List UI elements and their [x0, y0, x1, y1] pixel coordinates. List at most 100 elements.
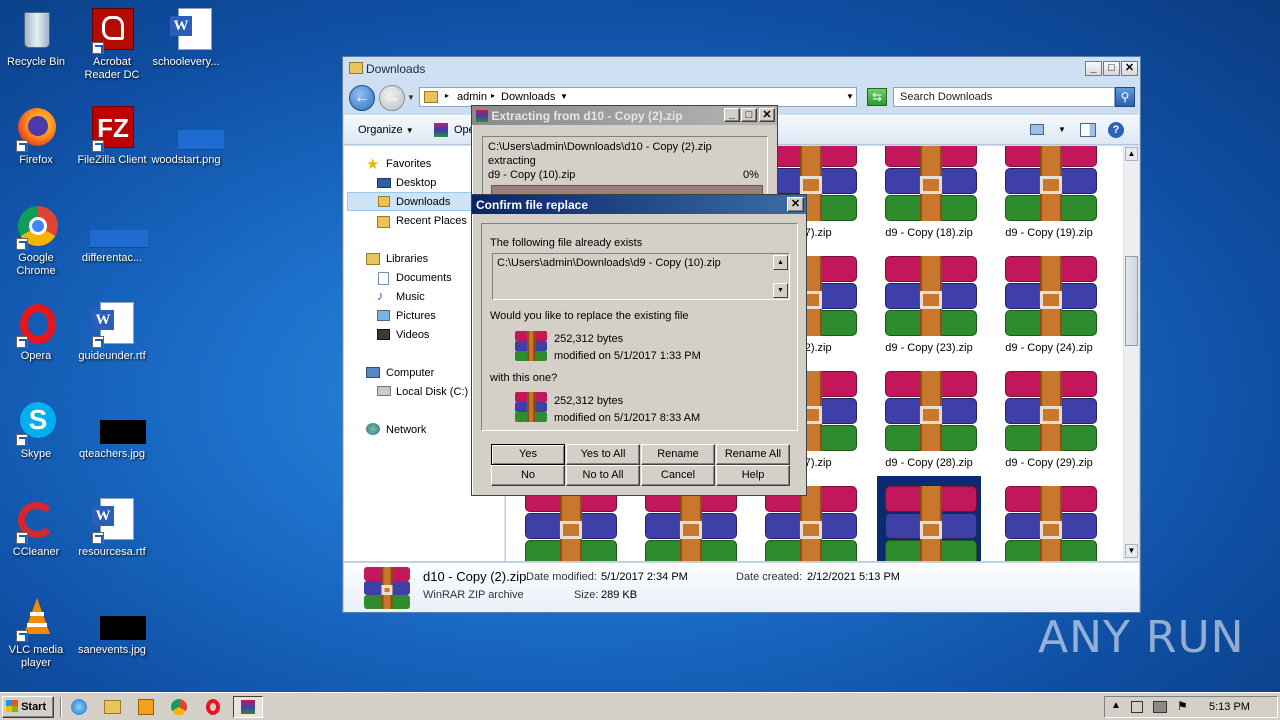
yes-to-all-button[interactable]: Yes to All — [566, 444, 640, 465]
nav-libraries[interactable]: Libraries — [386, 253, 428, 265]
file-item[interactable]: d9 - Copy (29).zip — [997, 361, 1101, 478]
guideunder-file[interactable]: W guideunder.rtf — [76, 302, 148, 363]
opera-taskbar-icon[interactable] — [206, 699, 220, 715]
close-button[interactable]: ✕ — [1121, 61, 1138, 76]
resourcesa-file[interactable]: W resourcesa.rtf — [76, 498, 148, 559]
details-created-label: Date created: — [736, 571, 803, 583]
breadcrumb-admin[interactable]: admin — [457, 91, 487, 103]
address-dropdown-icon[interactable]: ▼ — [846, 92, 854, 101]
history-dropdown-icon[interactable]: ▼ — [407, 93, 415, 102]
start-button[interactable]: Start — [2, 696, 54, 718]
internet-explorer-icon[interactable] — [71, 699, 87, 715]
scroll-up-button[interactable]: ▲ — [1125, 147, 1138, 161]
desktop-icon-label: schoolevery... — [152, 56, 220, 68]
view-icon[interactable] — [1030, 124, 1044, 135]
file-item[interactable]: d9 - Copy (23).zip — [877, 246, 981, 363]
chevron-right-icon[interactable]: ▸ — [445, 91, 449, 100]
media-player-icon[interactable] — [138, 699, 154, 715]
file-item[interactable]: d10 - Copy (3).zip — [997, 476, 1101, 561]
rename-all-button[interactable]: Rename All — [716, 444, 790, 465]
filezilla-icon: FZ — [90, 106, 134, 152]
opera-shortcut[interactable]: Opera — [0, 302, 72, 363]
schoolevery-file[interactable]: W schoolevery... — [150, 8, 222, 69]
no-to-all-button[interactable]: No to All — [566, 465, 640, 486]
refresh-icon[interactable]: ⇆ — [867, 88, 887, 106]
close-button[interactable]: ✕ — [787, 197, 804, 212]
view-dropdown-icon[interactable]: ▼ — [1058, 125, 1066, 134]
yes-button[interactable]: Yes — [491, 444, 565, 465]
nav-favorites[interactable]: Favorites — [386, 158, 431, 170]
maximize-button[interactable]: □ — [1103, 61, 1120, 76]
address-bar[interactable]: ▸ admin ▸ Downloads ▼ ▼ — [419, 87, 857, 107]
nav-documents[interactable]: Documents — [396, 272, 452, 284]
scroll-up-button[interactable]: ▲ — [773, 255, 788, 270]
show-hidden-icons[interactable]: ▲ — [1111, 700, 1121, 711]
cancel-button[interactable]: Cancel — [641, 465, 715, 486]
clock[interactable]: 5:13 PM — [1209, 701, 1250, 713]
confirm-titlebar[interactable]: Confirm file replace — [472, 195, 806, 214]
nav-computer[interactable]: Computer — [386, 367, 434, 379]
firefox-shortcut[interactable]: Firefox — [0, 106, 72, 167]
action-center-icon[interactable] — [1131, 701, 1143, 713]
help-button[interactable]: Help — [716, 465, 790, 486]
nav-music[interactable]: Music — [396, 291, 425, 303]
chrome-shortcut[interactable]: Google Chrome — [0, 204, 72, 278]
no-button[interactable]: No — [491, 465, 565, 486]
help-icon[interactable]: ? — [1108, 122, 1124, 138]
woodstart-file[interactable]: woodstart.png — [150, 106, 224, 167]
chevron-right-icon[interactable]: ▸ — [491, 91, 495, 100]
vertical-scrollbar[interactable]: ▲ ▼ — [1123, 146, 1139, 561]
file-item[interactable]: d10 - Copy (2).zip — [877, 476, 981, 561]
image-file-icon — [164, 106, 224, 150]
file-item[interactable]: d9 - Copy (28).zip — [877, 361, 981, 478]
file-item[interactable]: d9 - Copy (24).zip — [997, 246, 1101, 363]
nav-videos[interactable]: Videos — [396, 329, 429, 341]
minimize-button[interactable]: _ — [1085, 61, 1102, 76]
breadcrumb-downloads[interactable]: Downloads — [501, 91, 555, 103]
existing-file-path-box[interactable]: C:\Users\admin\Downloads\d9 - Copy (10).… — [492, 253, 790, 300]
file-item[interactable]: d9 - Copy (18).zip — [877, 146, 981, 248]
nav-desktop[interactable]: Desktop — [396, 177, 436, 189]
forward-button[interactable]: → — [379, 85, 405, 111]
vlc-shortcut[interactable]: VLC media player — [0, 596, 72, 670]
file-item[interactable]: d9 - Copy (19).zip — [997, 146, 1101, 248]
minimize-button[interactable]: _ — [724, 108, 740, 122]
close-button[interactable]: ✕ — [759, 108, 775, 122]
explorer-taskbar-icon[interactable] — [104, 700, 121, 714]
volume-icon[interactable]: ⚑ — [1177, 699, 1188, 713]
search-icon[interactable]: ⚲ — [1115, 87, 1135, 107]
skype-shortcut[interactable]: S Skype — [0, 400, 72, 461]
qteachers-file[interactable]: qteachers.jpg — [76, 400, 148, 461]
skype-icon: S — [14, 400, 58, 446]
sanevents-file[interactable]: sanevents.jpg — [76, 596, 148, 657]
scroll-down-button[interactable]: ▼ — [1125, 544, 1138, 558]
preview-pane-icon[interactable] — [1080, 123, 1096, 137]
ccleaner-shortcut[interactable]: CCleaner — [0, 498, 72, 559]
acrobat-shortcut[interactable]: Acrobat Reader DC — [76, 8, 148, 82]
winrar-taskbar-button[interactable] — [233, 696, 263, 718]
recycle-bin-shortcut[interactable]: Recycle Bin — [0, 8, 72, 69]
details-size-value: 289 KB — [601, 589, 638, 601]
nav-local-disk[interactable]: Local Disk (C:) — [396, 386, 468, 398]
organize-button[interactable]: Organize ▼ — [358, 124, 414, 136]
chrome-taskbar-icon[interactable] — [171, 699, 187, 715]
explorer-titlebar[interactable]: Downloads _ □ ✕ — [343, 57, 1140, 79]
filezilla-shortcut[interactable]: FZ FileZilla Client — [76, 106, 148, 167]
windows-logo-icon — [6, 700, 18, 712]
scroll-down-button[interactable]: ▼ — [773, 283, 788, 298]
desktop-icon-label: CCleaner — [12, 546, 60, 558]
desktop-icon-label: qteachers.jpg — [78, 448, 146, 460]
existing-file-archive-icon — [515, 331, 547, 361]
network-tray-icon[interactable] — [1153, 701, 1167, 713]
nav-pictures[interactable]: Pictures — [396, 310, 436, 322]
search-input[interactable]: Search Downloads — [893, 87, 1115, 107]
back-button[interactable]: ← — [349, 85, 375, 111]
chevron-down-icon[interactable]: ▼ — [560, 92, 568, 101]
scroll-thumb[interactable] — [1125, 256, 1138, 346]
rename-button[interactable]: Rename — [641, 444, 715, 465]
nav-network[interactable]: Network — [386, 424, 426, 436]
nav-recent-places[interactable]: Recent Places — [396, 215, 467, 227]
downloads-folder-icon — [378, 196, 390, 207]
maximize-button[interactable]: □ — [741, 108, 757, 122]
differentac-file[interactable]: differentac... — [76, 204, 148, 265]
